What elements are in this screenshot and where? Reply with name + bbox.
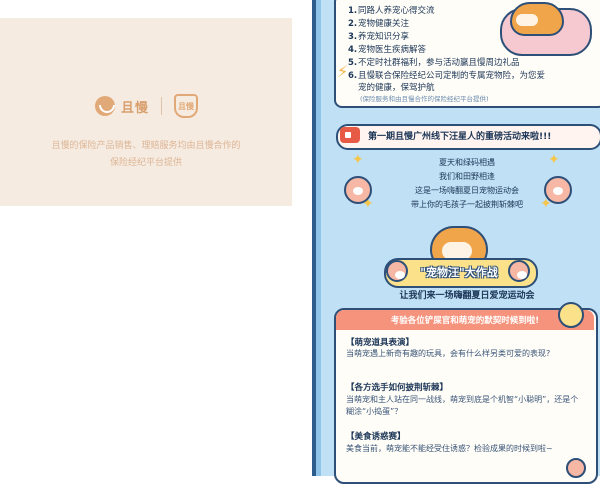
benefit-item-3: 3.养宠知识分享	[348, 32, 410, 42]
brand-badge-icon: 且慢	[174, 94, 199, 118]
sparkle-icon: ✦	[548, 152, 560, 168]
benefit-note: (保险服务和由且慢合作的保险经纪平台提供)	[360, 95, 489, 103]
brand-logo-icon	[95, 96, 115, 116]
paw-icon	[544, 176, 572, 204]
benefit-item-1: 1.同路人养宠心得交流	[348, 6, 435, 16]
benefit-item-6: 6.且慢联合保险经纪公司定制的专属宠物险，为您爱	[348, 71, 546, 81]
challenge-body-2: 当萌宠和主人站在同一战线，萌宠到底是个机智“小聪明”，还是个糊涂“小捣蛋”？	[346, 395, 579, 416]
disclaimer: 且慢的保险产品销售、理赔服务均由且慢合作的 保险经纪平台提供	[20, 138, 272, 172]
challenge-header-text: 考验各位铲屎官和萌宠的默契时候到啦!	[390, 316, 540, 326]
benefit-item-6-cont: 宠的健康，保驾护航	[358, 83, 435, 93]
challenge-title-1: 【萌宠道具表演】	[346, 338, 415, 348]
benefit-item-5: 5.不定时社群福利，参与活动赢且慢周边礼品	[348, 58, 520, 68]
benefit-item-2: 2.宠物健康关注	[348, 19, 410, 29]
poster-stripe	[316, 0, 321, 476]
lightning-icon: ⚡	[337, 62, 349, 81]
challenge-title-2: 【各方选手如何披荆斩棘】	[346, 383, 449, 393]
brand-name: 且慢	[121, 100, 150, 116]
paw-icon	[566, 458, 586, 478]
challenge-body-3: 美食当前，萌宠能不能经受住诱惑？检验成果的时候到啦~	[346, 444, 553, 453]
brand-divider	[161, 97, 163, 115]
disclaimer-line-2: 保险经纪平台提供	[109, 158, 182, 168]
challenge-title-3: 【美食诱惑赛】	[346, 432, 406, 442]
event-title: 第一期且慢广州线下汪星人的重磅活动来啦!!!	[368, 132, 552, 142]
sparkle-icon: ✦	[352, 152, 364, 168]
brand-row: 且慢 且慢	[95, 92, 199, 120]
paw-icon	[508, 260, 530, 282]
flower-icon	[558, 302, 584, 328]
disclaimer-line-1: 且慢的保险产品销售、理赔服务均由且慢合作的	[51, 141, 241, 151]
speaker-icon	[340, 127, 360, 143]
paw-icon	[344, 176, 372, 204]
paw-icon	[386, 260, 408, 282]
benefit-item-4: 4.宠物医生疾病解答	[348, 45, 427, 55]
challenge-body-1: 当萌宠遇上新奇有趣的玩具，会有什么样另类可爱的表现?	[346, 349, 551, 358]
dog-face	[516, 14, 538, 26]
event-subtitle: 让我们来一场嗨翻夏日爱宠运动会	[399, 291, 535, 301]
